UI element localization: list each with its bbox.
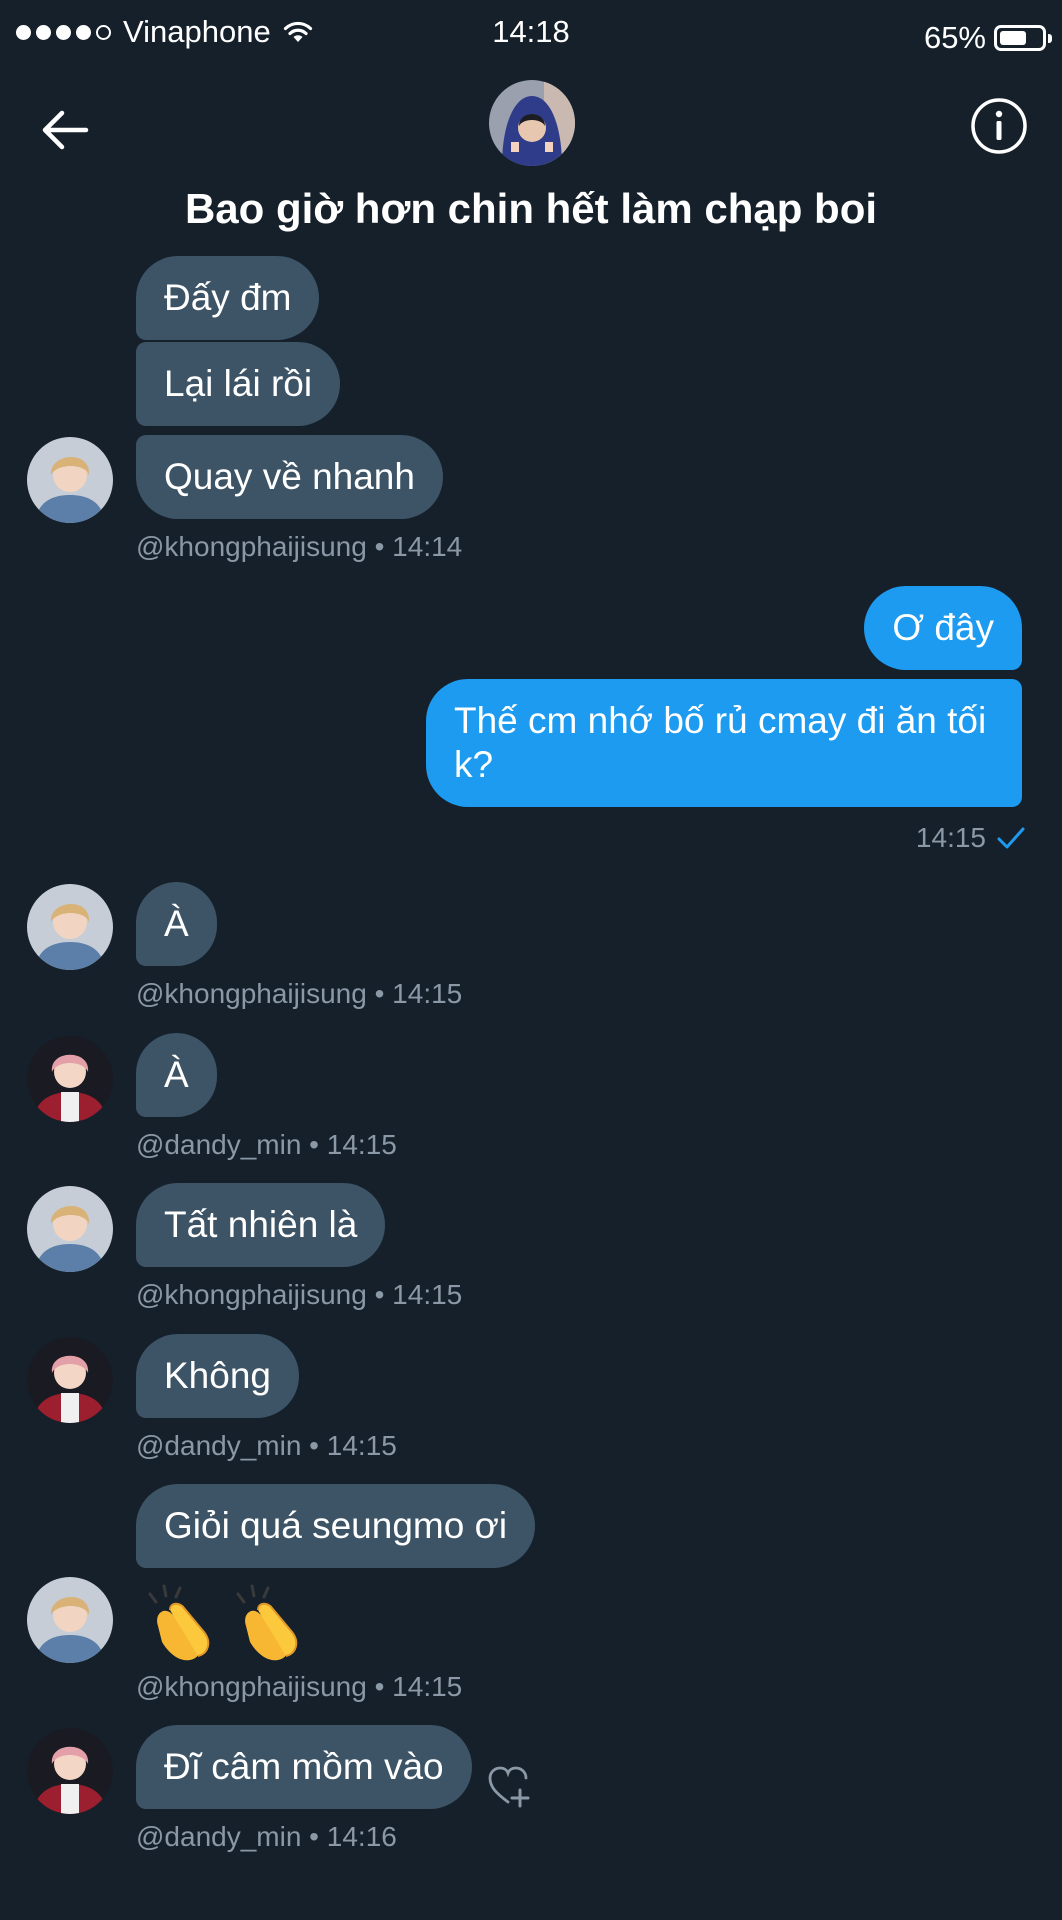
avatar-khongphaijisung[interactable] [27, 1577, 113, 1663]
info-button[interactable] [970, 97, 1028, 155]
message-bubble[interactable]: Quay về nhanh [136, 435, 443, 519]
avatar-khongphaijisung[interactable] [27, 884, 113, 970]
message-bubble[interactable]: À [136, 1033, 217, 1117]
message-meta: @khongphaijisung • 14:15 [136, 978, 463, 1009]
emoji-message[interactable] [140, 1580, 308, 1664]
sent-time: 14:15 [915, 822, 986, 853]
message-meta: @dandy_min • 14:15 [136, 1430, 397, 1461]
sent-message-bubble[interactable]: Ơ đây [864, 586, 1022, 670]
sent-message-bubble[interactable]: Thế cm nhớ bố rủ cmay đi ăn tối k? [426, 679, 1022, 807]
message-meta: @dandy_min • 14:15 [136, 1129, 397, 1160]
status-right: 65% [923, 20, 1052, 56]
add-reaction-button[interactable] [486, 1762, 536, 1812]
avatar-khongphaijisung[interactable] [27, 1186, 113, 1272]
message-bubble[interactable]: Không [136, 1334, 299, 1418]
clapping-hands-icon [148, 1584, 210, 1661]
back-button[interactable] [36, 100, 96, 160]
clapping-hands-icon [236, 1584, 298, 1661]
message-bubble[interactable]: Lại lái rồi [136, 342, 341, 426]
conversation-title: Bao giờ hơn chin hết làm chạp boi [184, 185, 878, 232]
battery-icon [994, 25, 1052, 51]
info-icon [971, 98, 1027, 154]
avatar-dandy-min[interactable] [27, 1728, 113, 1814]
heart-plus-icon [488, 1766, 530, 1808]
message-bubble[interactable]: À [136, 882, 217, 966]
group-avatar[interactable] [489, 80, 575, 166]
avatar-khongphaijisung[interactable] [27, 437, 113, 523]
avatar-dandy-min[interactable] [27, 1036, 113, 1122]
message-meta: @dandy_min • 14:16 [136, 1821, 397, 1852]
status-bar: Vinaphone 14:18 65% [0, 0, 1062, 70]
conversation-header: Bao giờ hơn chin hết làm chạp boi [0, 70, 1062, 250]
message-bubble[interactable]: Giỏi quá seungmo ơi [136, 1484, 536, 1568]
message-bubble[interactable]: Tất nhiên là [136, 1183, 386, 1267]
battery-percent: 65% [923, 20, 986, 55]
message-meta: @khongphaijisung • 14:15 [136, 1279, 463, 1310]
message-meta: @khongphaijisung • 14:15 [136, 1671, 463, 1702]
avatar-dandy-min[interactable] [27, 1337, 113, 1423]
message-meta: @khongphaijisung • 14:14 [136, 531, 463, 562]
checkmark-icon [997, 827, 1025, 849]
message-bubble[interactable]: Đĩ câm mồm vào [136, 1725, 472, 1809]
sent-message-meta: 14:15 [916, 822, 1026, 854]
message-bubble[interactable]: Đấy đm [136, 256, 320, 340]
status-time: 14:18 [492, 14, 570, 49]
arrow-left-icon [42, 110, 89, 150]
